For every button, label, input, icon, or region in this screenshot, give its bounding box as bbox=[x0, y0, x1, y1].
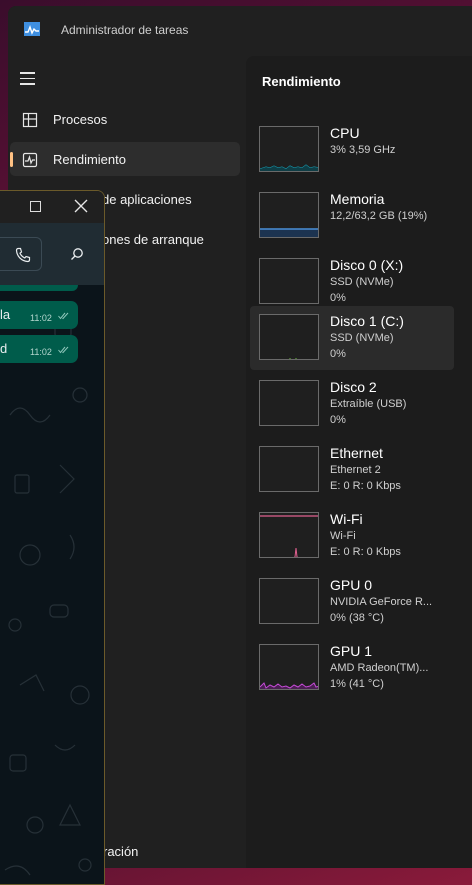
perf-item-value: E: 0 R: 0 Kbps bbox=[330, 546, 401, 558]
disk1-graph bbox=[259, 314, 319, 360]
perf-item-detail: 3% 3,59 GHz bbox=[330, 144, 396, 156]
perf-item-name: Wi-Fi bbox=[330, 511, 363, 527]
message-text: la bbox=[0, 307, 11, 322]
phone-icon bbox=[15, 247, 31, 263]
maximize-icon[interactable] bbox=[30, 201, 41, 212]
close-icon[interactable] bbox=[74, 199, 88, 213]
perf-item-name: Memoria bbox=[330, 191, 385, 207]
call-button[interactable] bbox=[0, 237, 42, 271]
perf-item-value: 0% (38 °C) bbox=[330, 612, 384, 624]
gpu1-graph bbox=[259, 644, 319, 690]
perf-item-memory[interactable]: Memoria 12,2/63,2 GB (19%) bbox=[250, 184, 454, 248]
gpu0-graph bbox=[259, 578, 319, 624]
nav-item-performance[interactable]: Rendimiento bbox=[10, 142, 240, 176]
disk2-graph bbox=[259, 380, 319, 426]
perf-item-detail: Extraíble (USB) bbox=[330, 398, 407, 410]
task-manager-icon bbox=[24, 22, 40, 36]
perf-item-ethernet[interactable]: Ethernet Ethernet 2 E: 0 R: 0 Kbps bbox=[250, 438, 454, 502]
title-bar[interactable]: Administrador de tareas bbox=[8, 6, 472, 54]
performance-header: Rendimiento bbox=[262, 74, 341, 89]
perf-item-gpu1[interactable]: GPU 1 AMD Radeon(TM)... 1% (41 °C) bbox=[250, 636, 454, 700]
perf-item-name: CPU bbox=[330, 125, 360, 141]
message-time: 11:02 bbox=[30, 313, 52, 323]
perf-item-value: E: 0 R: 0 Kbps bbox=[330, 480, 401, 492]
chat-background-pattern bbox=[4, 324, 92, 876]
nav-item-label: Procesos bbox=[53, 112, 108, 127]
wifi-graph bbox=[259, 512, 319, 558]
perf-item-detail: AMD Radeon(TM)... bbox=[330, 662, 429, 674]
nav-item-label: ones de arranque bbox=[102, 232, 204, 247]
performance-icon bbox=[22, 152, 38, 168]
perf-item-detail: Wi-Fi bbox=[330, 530, 356, 542]
perf-item-name: Disco 0 (X:) bbox=[330, 257, 404, 273]
perf-item-detail: SSD (NVMe) bbox=[330, 276, 394, 288]
perf-item-detail: SSD (NVMe) bbox=[330, 332, 394, 344]
hamburger-menu-icon[interactable] bbox=[20, 72, 38, 86]
nav-item-settings[interactable]: ración bbox=[103, 844, 138, 859]
cpu-graph bbox=[259, 126, 319, 172]
perf-item-wifi[interactable]: Wi-Fi Wi-Fi E: 0 R: 0 Kbps bbox=[250, 504, 454, 568]
message-bubble[interactable]: la 11:02 bbox=[0, 301, 78, 329]
perf-item-disk0[interactable]: Disco 0 (X:) SSD (NVMe) 0% bbox=[250, 250, 454, 314]
nav-item-processes[interactable]: Procesos bbox=[10, 102, 240, 136]
nav-item-label: de aplicaciones bbox=[102, 192, 192, 207]
perf-item-disk2[interactable]: Disco 2 Extraíble (USB) 0% bbox=[250, 372, 454, 436]
perf-item-name: Ethernet bbox=[330, 445, 383, 461]
perf-item-name: Disco 2 bbox=[330, 379, 377, 395]
message-text: d bbox=[0, 341, 8, 356]
perf-item-gpu0[interactable]: GPU 0 NVIDIA GeForce R... 0% (38 °C) bbox=[250, 570, 454, 634]
whatsapp-title-bar[interactable] bbox=[0, 191, 104, 223]
message-time: 11:02 bbox=[30, 347, 52, 357]
perf-item-cpu[interactable]: CPU 3% 3,59 GHz bbox=[250, 118, 454, 182]
processes-icon bbox=[22, 112, 38, 128]
perf-item-name: Disco 1 (C:) bbox=[330, 313, 404, 329]
memory-graph bbox=[259, 192, 319, 238]
whatsapp-window: la 11:02 d 11:02 bbox=[0, 190, 105, 885]
perf-item-name: GPU 1 bbox=[330, 643, 373, 659]
perf-item-detail: 12,2/63,2 GB (19%) bbox=[330, 210, 428, 222]
read-ticks-icon bbox=[58, 346, 69, 354]
perf-item-value: 1% (41 °C) bbox=[330, 678, 384, 690]
read-ticks-icon bbox=[58, 312, 69, 320]
perf-item-detail: NVIDIA GeForce R... bbox=[330, 596, 433, 608]
perf-item-value: 0% bbox=[330, 414, 346, 426]
perf-item-name: GPU 0 bbox=[330, 577, 373, 593]
message-bubble[interactable]: d 11:02 bbox=[0, 335, 78, 363]
perf-item-disk1[interactable]: Disco 1 (C:) SSD (NVMe) 0% bbox=[250, 306, 454, 370]
performance-pane: Rendimiento CPU 3% 3,59 GHz Memoria 12,2… bbox=[246, 56, 472, 868]
chat-area: la 11:02 d 11:02 bbox=[0, 285, 104, 884]
window-title: Administrador de tareas bbox=[61, 23, 189, 37]
disk0-graph bbox=[259, 258, 319, 304]
nav-item-label: Rendimiento bbox=[53, 152, 126, 167]
chat-header bbox=[0, 223, 104, 285]
search-icon[interactable] bbox=[70, 247, 84, 261]
perf-item-value: 0% bbox=[330, 292, 346, 304]
ethernet-graph bbox=[259, 446, 319, 492]
perf-item-value: 0% bbox=[330, 348, 346, 360]
perf-item-detail: Ethernet 2 bbox=[330, 464, 381, 476]
message-bubble bbox=[0, 285, 78, 291]
active-indicator bbox=[10, 152, 13, 167]
